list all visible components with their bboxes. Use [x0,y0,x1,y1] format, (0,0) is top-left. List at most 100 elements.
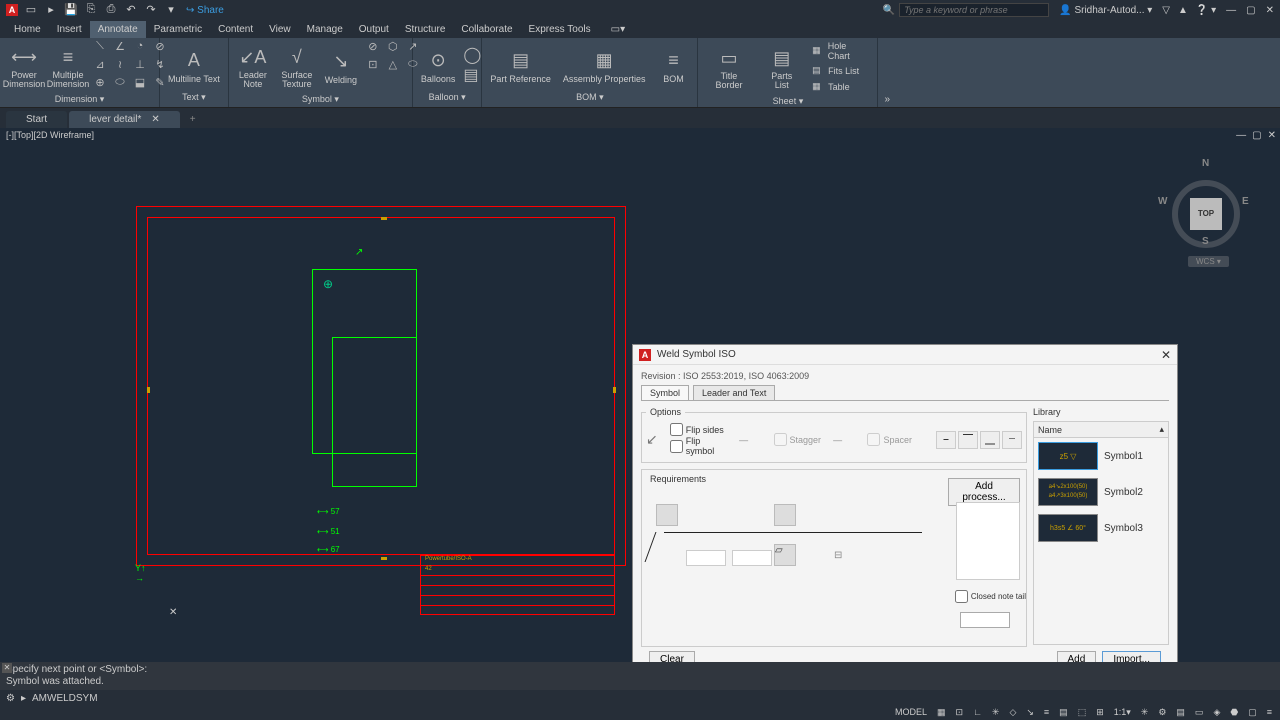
ribbon-tab-insert[interactable]: Insert [49,21,90,38]
dim-tol-icon[interactable]: ⬓ [132,76,148,92]
bom-button[interactable]: ≡ BOM [653,44,693,86]
ribbon-group-label[interactable]: Sheet ▾ [702,94,873,109]
status-lineweight-icon[interactable]: ≡ [1042,707,1051,717]
weld-spacer-icon[interactable]: ⊟ [834,550,842,561]
assembly-properties-button[interactable]: ▦ Assembly Properties [559,45,650,86]
leader-note-button[interactable]: ↙A Leader Note [233,41,273,91]
qat-saveas-icon[interactable]: ⎘ [84,3,98,17]
weld-type-lower-box[interactable]: ▱ [774,544,796,566]
dim-linear-icon[interactable]: ⟍ [92,40,108,56]
weld-size-input-2[interactable] [732,550,772,566]
close-tab-icon[interactable]: ✕ [151,114,159,125]
library-item[interactable]: a4↘2x100(50) a4↗3x100(50) Symbol2 [1034,474,1168,510]
parts-list-button[interactable]: ▤ Parts List [760,42,805,92]
status-model-button[interactable]: MODEL [893,707,929,717]
library-item[interactable]: z5 ▽ Symbol1 [1034,438,1168,474]
part-reference-button[interactable]: ▤ Part Reference [486,45,555,86]
status-gizmo-icon[interactable]: ⊞ [1094,707,1106,718]
status-grid-icon[interactable]: ▦ [935,707,948,718]
idline-above-icon[interactable]: ⎺ [958,431,978,449]
viewcube-top-face[interactable]: TOP [1190,198,1222,230]
flip-sides-checkbox[interactable]: Flip sides [670,423,727,436]
viewcube-north[interactable]: N [1202,158,1209,169]
sym-2-icon[interactable]: ⬡ [385,40,401,56]
status-snap-icon[interactable]: ⊡ [954,707,966,718]
status-gear-icon[interactable]: ⚙ [1156,707,1168,718]
status-hardware-icon[interactable]: ⬣ [1228,707,1240,718]
viewport-close-icon[interactable]: ✕ [1268,130,1276,141]
help-icon[interactable]: ❔ ▾ [1196,5,1216,16]
dim-cen-icon[interactable]: ⊕ [92,76,108,92]
search-icon[interactable]: 🔍 [883,5,895,16]
ribbon-tab-structure[interactable]: Structure [397,21,454,38]
ribbon-tab-manage[interactable]: Manage [299,21,351,38]
qat-undo-icon[interactable]: ↶ [124,3,138,17]
multiline-text-button[interactable]: A Multiline Text [164,45,224,86]
ribbon-group-label[interactable]: BOM ▾ [486,90,693,105]
status-clean-icon[interactable]: ▢ [1246,707,1259,718]
app-switch-icon[interactable]: ▲ [1178,5,1188,16]
viewport-controls-label[interactable]: [-][Top][2D Wireframe] [6,130,94,140]
add-tab-button[interactable]: + [182,111,204,128]
spacer-checkbox[interactable]: Spacer [867,433,912,446]
close-button[interactable]: ✕ [1266,5,1274,16]
tab-lever-detail[interactable]: lever detail*✕ [69,111,180,128]
qat-open-icon[interactable]: ▸ [44,3,58,17]
title-border-button[interactable]: ▭ Title Border [702,42,755,92]
closed-note-tail-checkbox[interactable]: Closed note tail [955,590,1026,603]
dim-ord-icon[interactable]: ⊥ [132,58,148,74]
command-line-close-icon[interactable]: ✕ [2,663,12,673]
idline-below-icon[interactable]: ⎽ [980,431,1000,449]
dialog-tab-leader-text[interactable]: Leader and Text [693,385,775,400]
balloon-small-2[interactable]: ▤ [463,65,477,85]
fits-list-button[interactable]: ▤Fits List [808,64,873,78]
viewcube-wcs[interactable]: WCS ▾ [1188,256,1229,267]
ribbon-tab-blank[interactable]: ▭▾ [599,21,637,38]
hole-chart-button[interactable]: ▦Hole Chart [808,40,873,62]
status-ortho-icon[interactable]: ∟ [971,707,984,717]
ribbon-tab-home[interactable]: Home [6,21,49,38]
status-workspace-icon[interactable]: ▤ [1174,707,1187,718]
flip-symbol-checkbox[interactable]: Flip symbol [670,436,727,456]
table-button[interactable]: ▦Table [808,80,873,94]
idline-none-icon[interactable]: ⎯ [936,431,956,449]
qat-more-icon[interactable]: ▾ [164,3,178,17]
status-monitor-icon[interactable]: ▭ [1193,707,1206,718]
qat-redo-icon[interactable]: ↷ [144,3,158,17]
idline-dash-icon[interactable]: ┄ [1002,431,1022,449]
weld-type-upper-box[interactable] [774,504,796,526]
dim-radius-icon[interactable]: ◔ [132,40,148,56]
library-item[interactable]: h3s5 ∠ 60° Symbol3 [1034,510,1168,546]
ribbon-group-label[interactable]: Symbol ▾ [233,92,408,107]
weld-allround-combo[interactable] [960,612,1010,628]
dim-insp-icon[interactable]: ⬭ [112,76,128,92]
weld-left-upper-box[interactable] [656,504,678,526]
drawing-canvas[interactable]: Powertube/ISO-A 42 ⟷ 57 ⟷ 51 ⟷ 67 ↗ Y↑→ … [0,144,1280,660]
status-isolate-icon[interactable]: ◈ [1211,707,1222,718]
sym-1-icon[interactable]: ⊘ [365,40,381,56]
maximize-button[interactable]: ▢ [1246,5,1255,16]
balloons-button[interactable]: ⊙ Balloons [417,44,460,86]
viewcube-east[interactable]: E [1242,196,1249,207]
sym-4-icon[interactable]: ⊡ [365,58,381,74]
ribbon-expand-icon[interactable]: » [884,94,890,105]
viewcube-west[interactable]: W [1158,196,1167,207]
viewport-minimize-icon[interactable]: — [1236,130,1246,141]
ribbon-group-label[interactable]: Dimension ▾ [4,92,155,107]
ribbon-tab-output[interactable]: Output [351,21,397,38]
dialog-tab-symbol[interactable]: Symbol [641,385,689,400]
dim-break-icon[interactable]: ≀ [112,58,128,74]
viewcube-south[interactable]: S [1202,236,1209,247]
ribbon-tab-collaborate[interactable]: Collaborate [453,21,520,38]
search-input[interactable] [899,3,1049,17]
stagger-checkbox[interactable]: Stagger [774,433,822,446]
qat-new-icon[interactable]: ▭ [24,3,38,17]
status-osnap-icon[interactable]: ◇ [1007,707,1018,718]
status-selection-icon[interactable]: ⬚ [1076,707,1089,718]
ribbon-tab-content[interactable]: Content [210,21,261,38]
command-text[interactable]: AMWELDSYM [32,693,98,704]
multiple-dimension-button[interactable]: ≡ Multiple Dimension [48,41,88,91]
ribbon-tab-express-tools[interactable]: Express Tools [521,21,599,38]
ribbon-group-label[interactable]: Text ▾ [164,90,224,105]
viewport-restore-icon[interactable]: ▢ [1252,130,1261,141]
